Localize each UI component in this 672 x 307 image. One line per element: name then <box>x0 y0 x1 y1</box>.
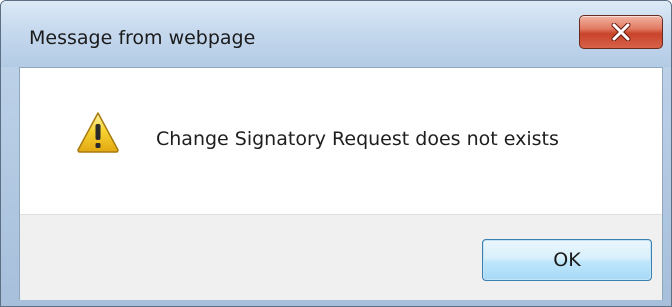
close-button[interactable] <box>579 15 663 49</box>
window-frame-left <box>1 67 19 306</box>
close-icon <box>580 16 662 48</box>
message-text: Change Signatory Request does not exists <box>156 128 559 150</box>
message-dialog-window: Message from webpage Change Signatory Re… <box>0 0 672 307</box>
warning-icon <box>76 111 120 153</box>
button-bar: OK <box>20 214 662 300</box>
dialog-title: Message from webpage <box>29 27 256 49</box>
title-bar[interactable]: Message from webpage <box>1 1 671 67</box>
ok-button[interactable]: OK <box>482 239 652 281</box>
window-frame-right <box>662 67 671 306</box>
message-area: Change Signatory Request does not exists <box>20 68 662 214</box>
dialog-client-area: Change Signatory Request does not exists… <box>19 67 663 300</box>
window-frame-bottom <box>1 299 671 306</box>
